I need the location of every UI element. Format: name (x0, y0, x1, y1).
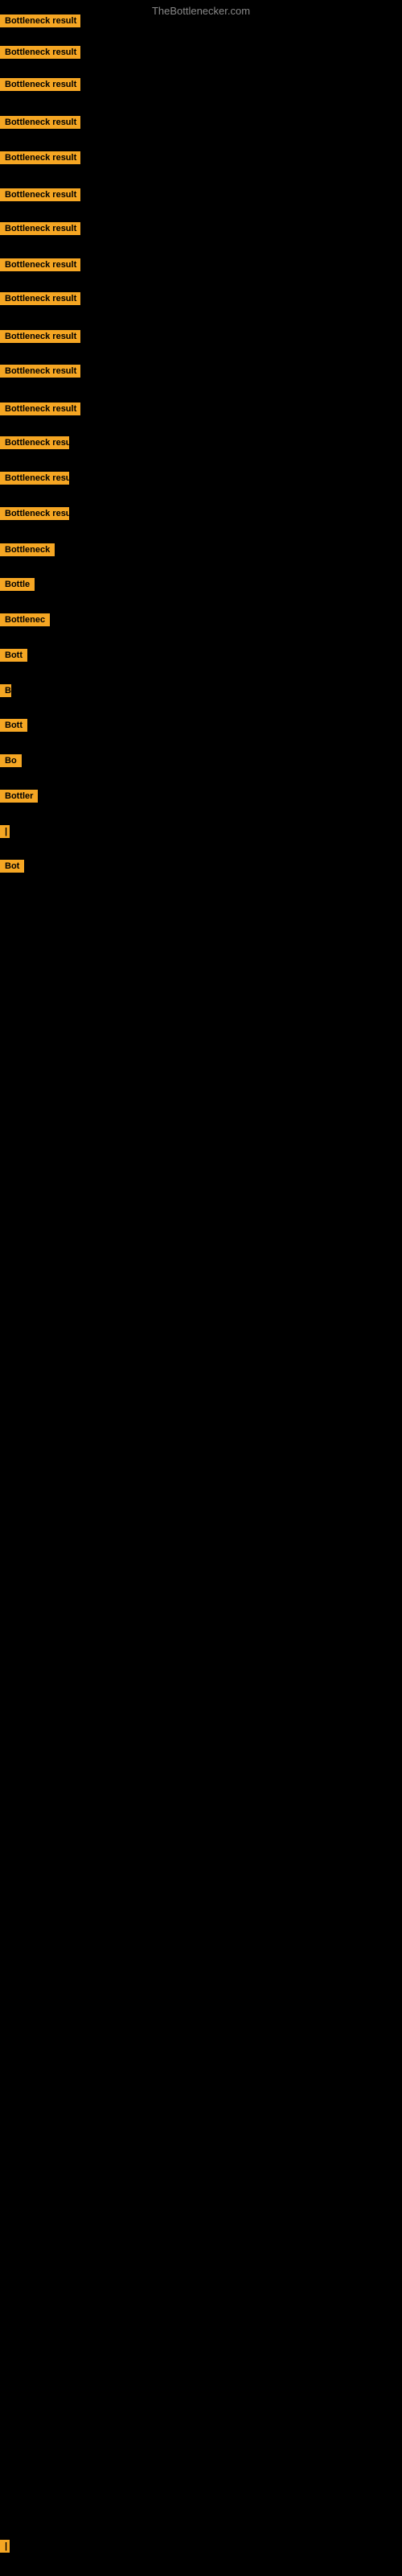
bottleneck-badge: Bottleneck result (0, 151, 80, 164)
bottleneck-badge: | (0, 825, 10, 838)
bottleneck-result-row: Bottleneck resu (0, 507, 69, 524)
bottleneck-result-row: Bottleneck resu (0, 472, 69, 489)
bottleneck-result-row: Bottleneck result (0, 188, 80, 205)
bottleneck-badge: Bottleneck resu (0, 507, 69, 520)
bottleneck-badge: Bottleneck result (0, 292, 80, 305)
bottleneck-result-row: Bottleneck result (0, 365, 80, 382)
bottleneck-badge: Bottleneck result (0, 116, 80, 129)
bottleneck-result-row: Bottleneck resu (0, 436, 69, 453)
bottleneck-badge: B (0, 684, 11, 697)
bottleneck-badge: Bottleneck result (0, 78, 80, 91)
bottleneck-badge: Bot (0, 860, 24, 873)
bottleneck-result-row: Bottleneck result (0, 330, 80, 347)
bottleneck-result-row: Bottleneck result (0, 292, 80, 309)
bottleneck-badge: Bottleneck (0, 543, 55, 556)
bottleneck-badge: Bottler (0, 790, 38, 803)
bottleneck-result-row: B (0, 684, 11, 701)
bottleneck-badge: Bott (0, 719, 27, 732)
bottleneck-result-row: Bot (0, 860, 24, 877)
bottleneck-badge: Bottlenec (0, 613, 50, 626)
bottleneck-badge: Bottleneck result (0, 188, 80, 201)
bottleneck-badge: Bottleneck resu (0, 436, 69, 449)
bottleneck-result-row: Bottleneck result (0, 46, 80, 63)
bottleneck-result-row: Bott (0, 649, 27, 666)
bottleneck-badge: | (0, 2540, 10, 2553)
bottleneck-result-row: Bottle (0, 578, 35, 595)
bottleneck-badge: Bottleneck result (0, 14, 80, 27)
bottleneck-badge: Bottleneck resu (0, 472, 69, 485)
bottleneck-result-row: Bottlenec (0, 613, 50, 630)
bottleneck-badge: Bo (0, 754, 22, 767)
bottleneck-result-row: | (0, 825, 10, 842)
bottleneck-result-row: Bottler (0, 790, 38, 807)
bottleneck-badge: Bottleneck result (0, 365, 80, 378)
bottleneck-result-row: Bo (0, 754, 22, 771)
bottleneck-badge: Bottleneck result (0, 46, 80, 59)
bottleneck-badge: Bottle (0, 578, 35, 591)
bottleneck-badge: Bottleneck result (0, 330, 80, 343)
bottleneck-badge: Bott (0, 649, 27, 662)
bottleneck-result-row: Bottleneck result (0, 258, 80, 275)
bottleneck-badge: Bottleneck result (0, 222, 80, 235)
bottleneck-badge: Bottleneck result (0, 258, 80, 271)
bottleneck-result-row: Bottleneck result (0, 14, 80, 31)
bottleneck-result-row: Bottleneck result (0, 78, 80, 95)
bottleneck-result-row: | (0, 2540, 10, 2557)
bottleneck-result-row: Bottleneck result (0, 116, 80, 133)
bottleneck-result-row: Bott (0, 719, 27, 736)
bottleneck-badge: Bottleneck result (0, 402, 80, 415)
bottleneck-result-row: Bottleneck result (0, 151, 80, 168)
bottleneck-result-row: Bottleneck result (0, 402, 80, 419)
bottleneck-result-row: Bottleneck result (0, 222, 80, 239)
bottleneck-result-row: Bottleneck (0, 543, 55, 560)
